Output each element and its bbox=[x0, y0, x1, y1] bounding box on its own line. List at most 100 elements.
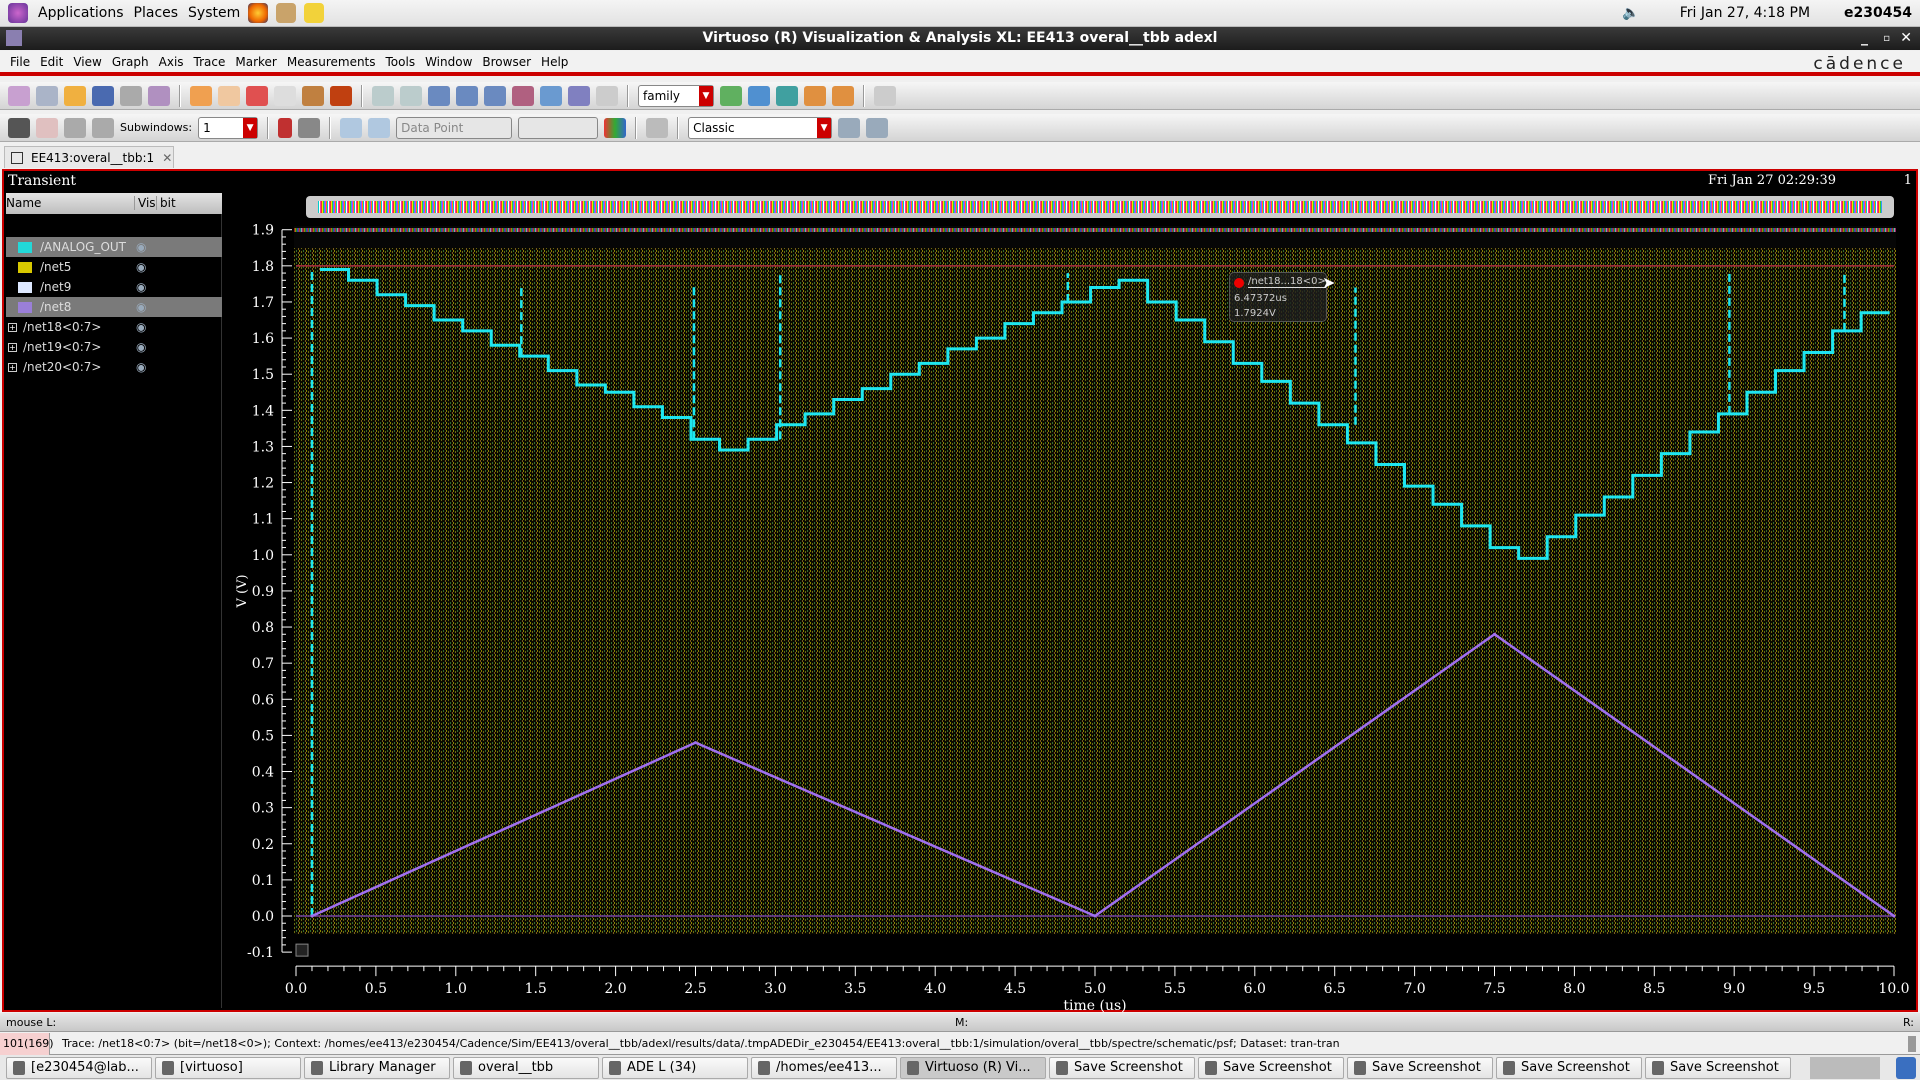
visibility-eye-icon[interactable]: ◉ bbox=[136, 260, 146, 274]
paste-icon[interactable] bbox=[302, 85, 324, 106]
print-preview-icon[interactable] bbox=[148, 85, 170, 106]
calculator-icon[interactable] bbox=[646, 117, 669, 138]
taskbar-item[interactable]: Virtuoso (R) Vi... bbox=[900, 1056, 1046, 1079]
menu-view[interactable]: View bbox=[73, 55, 101, 69]
copy-icon[interactable] bbox=[274, 85, 296, 106]
undo-icon[interactable] bbox=[190, 85, 212, 106]
taskbar-item[interactable]: Save Screenshot bbox=[1198, 1056, 1344, 1079]
axis-expand-icon[interactable] bbox=[295, 943, 309, 957]
save-icon[interactable] bbox=[92, 85, 114, 106]
zoom-reset-icon[interactable] bbox=[596, 85, 618, 106]
histogram-icon[interactable] bbox=[604, 117, 627, 138]
visibility-eye-icon[interactable]: ◉ bbox=[136, 340, 146, 354]
visibility-eye-icon[interactable]: ◉ bbox=[136, 280, 146, 294]
taskbar-item[interactable]: [e230454@lab... bbox=[6, 1056, 152, 1079]
cards-icon[interactable] bbox=[36, 117, 58, 138]
datapoint-select[interactable]: Data Point bbox=[396, 116, 513, 139]
grid-icon[interactable] bbox=[874, 85, 896, 106]
results-icon[interactable] bbox=[866, 117, 889, 138]
expand-icon[interactable]: + bbox=[8, 322, 17, 332]
status-scrollbar[interactable] bbox=[1908, 1036, 1916, 1052]
trace-row[interactable]: + /net20<0:7> ◉ bbox=[6, 357, 222, 377]
expand-icon[interactable]: + bbox=[8, 342, 17, 352]
strip-icon[interactable] bbox=[720, 85, 742, 106]
back-icon[interactable] bbox=[372, 85, 394, 106]
zoom-y-icon[interactable] bbox=[568, 85, 590, 106]
close-icon[interactable]: ✕ bbox=[1900, 27, 1912, 50]
menu-trace[interactable]: Trace bbox=[194, 55, 226, 69]
header-vis[interactable]: Vis bbox=[134, 196, 156, 210]
taskbar-item[interactable]: Save Screenshot bbox=[1347, 1056, 1493, 1079]
zoom-in-icon[interactable] bbox=[456, 85, 478, 106]
family-select[interactable]: family ▼ bbox=[638, 84, 714, 107]
menu-marker[interactable]: Marker bbox=[235, 55, 276, 69]
stack-icon[interactable] bbox=[748, 85, 770, 106]
taskbar-item[interactable]: [virtuoso] bbox=[155, 1056, 301, 1079]
delete-icon[interactable] bbox=[330, 85, 352, 106]
volume-icon[interactable]: 🔈 bbox=[1622, 5, 1639, 21]
maximize-icon[interactable]: ▫ bbox=[1883, 27, 1890, 50]
zoom-box-icon[interactable] bbox=[540, 85, 562, 106]
mail-icon[interactable] bbox=[276, 3, 297, 23]
menu-places[interactable]: Places bbox=[134, 5, 179, 21]
taskbar-item[interactable]: /homes/ee413... bbox=[751, 1056, 897, 1079]
tab-overal-tbb[interactable]: EE413:overal__tbb:1 ✕ bbox=[4, 146, 174, 168]
taskbar-item[interactable]: overal__tbb bbox=[453, 1056, 599, 1079]
user-name[interactable]: e230454 bbox=[1844, 5, 1912, 21]
style-select[interactable]: Classic ▼ bbox=[688, 116, 833, 139]
close-tab-icon[interactable]: ✕ bbox=[162, 151, 172, 165]
trace-row[interactable]: /ANALOG_OUT ◉ bbox=[6, 237, 222, 257]
prev-point-icon[interactable] bbox=[340, 117, 363, 138]
trace-row[interactable]: /net5 ◉ bbox=[6, 257, 222, 277]
trace-row[interactable]: + /net18<0:7> ◉ bbox=[6, 317, 222, 337]
waveform-plot[interactable]: -0.1 0.0 0.1 0.2 0.3 0.4 0.5 0.6 0.7 0.8 0.9 1.0 1.1… bbox=[222, 170, 1916, 1012]
taskbar-item[interactable]: Save Screenshot bbox=[1645, 1056, 1791, 1079]
minimize-icon[interactable]: _ bbox=[1861, 27, 1868, 50]
print-icon[interactable] bbox=[120, 85, 142, 106]
visibility-eye-icon[interactable]: ◉ bbox=[136, 300, 146, 314]
subwindows-select[interactable]: 1 ▼ bbox=[198, 116, 259, 139]
expand-icon[interactable]: + bbox=[8, 362, 17, 372]
menu-file[interactable]: File bbox=[10, 55, 30, 69]
trace-row[interactable]: /net8 ◉ bbox=[6, 297, 222, 317]
marker-tool-icon[interactable] bbox=[8, 117, 30, 138]
visibility-eye-icon[interactable]: ◉ bbox=[136, 360, 146, 374]
menu-window[interactable]: Window bbox=[425, 55, 472, 69]
header-name[interactable]: Name bbox=[6, 196, 41, 210]
taskbar-item[interactable]: Save Screenshot bbox=[1496, 1056, 1642, 1079]
taskbar-item[interactable]: Save Screenshot bbox=[1049, 1056, 1195, 1079]
visibility-eye-icon[interactable]: ◉ bbox=[136, 240, 146, 254]
split-icon[interactable] bbox=[776, 85, 798, 106]
new-window-icon[interactable] bbox=[8, 85, 30, 106]
visibility-eye-icon[interactable]: ◉ bbox=[136, 320, 146, 334]
new-subwindow-icon[interactable] bbox=[36, 85, 58, 106]
menu-system[interactable]: System bbox=[188, 5, 240, 21]
vertical-layout-icon[interactable] bbox=[92, 117, 114, 138]
zoom-out-icon[interactable] bbox=[484, 85, 506, 106]
cut-icon[interactable] bbox=[246, 85, 268, 106]
taskbar-item[interactable]: Library Manager bbox=[304, 1056, 450, 1079]
taskbar-item[interactable]: ADE L (34) bbox=[602, 1056, 748, 1079]
info-icon[interactable] bbox=[298, 117, 321, 138]
menu-measurements[interactable]: Measurements bbox=[287, 55, 376, 69]
datapoint-input[interactable] bbox=[518, 116, 599, 139]
forward-icon[interactable] bbox=[400, 85, 422, 106]
clock[interactable]: Fri Jan 27, 4:18 PM bbox=[1680, 5, 1810, 21]
workspace-switcher[interactable] bbox=[1810, 1056, 1880, 1079]
next-point-icon[interactable] bbox=[368, 117, 391, 138]
trash-icon[interactable] bbox=[1896, 1056, 1916, 1079]
menu-browser[interactable]: Browser bbox=[482, 55, 531, 69]
firefox-icon[interactable] bbox=[248, 3, 269, 23]
header-bit[interactable]: bit bbox=[156, 196, 176, 210]
zoom-x-icon[interactable] bbox=[512, 85, 534, 106]
refresh-icon[interactable] bbox=[832, 85, 854, 106]
notes-icon[interactable] bbox=[304, 3, 325, 23]
menu-axis[interactable]: Axis bbox=[159, 55, 184, 69]
menu-tools[interactable]: Tools bbox=[386, 55, 416, 69]
trace-row[interactable]: /net9 ◉ bbox=[6, 277, 222, 297]
redo-icon[interactable] bbox=[218, 85, 240, 106]
menu-help[interactable]: Help bbox=[541, 55, 568, 69]
menu-graph[interactable]: Graph bbox=[112, 55, 149, 69]
browser-icon[interactable] bbox=[838, 117, 861, 138]
horizontal-layout-icon[interactable] bbox=[64, 117, 86, 138]
